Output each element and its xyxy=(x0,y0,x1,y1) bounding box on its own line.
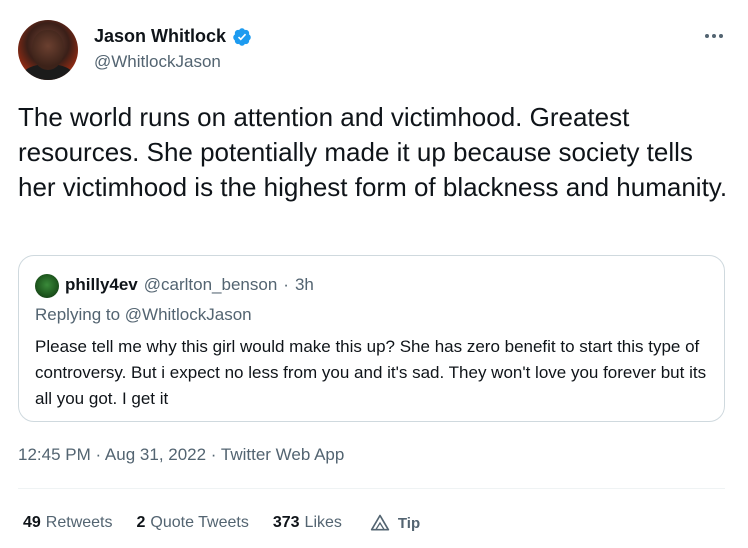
quotes-count: 2 xyxy=(136,514,146,531)
likes-count: 373 xyxy=(272,514,300,531)
quoted-author-avatar xyxy=(35,274,59,298)
tip-label: Tip xyxy=(397,514,421,532)
tweet-timestamp[interactable]: 12:45 PM · Aug 31, 2022 · Twitter Web Ap… xyxy=(18,445,344,465)
retweets-count: 49 xyxy=(23,514,41,531)
quoted-time: 3h xyxy=(294,275,314,294)
author-handle[interactable]: @WhitlockJason xyxy=(94,52,221,72)
author-avatar[interactable] xyxy=(18,20,78,80)
avatar-face xyxy=(32,30,64,70)
quoted-tweet-text: Please tell me why this girl would make … xyxy=(35,337,707,408)
likes-stat[interactable]: 373 Likes xyxy=(273,514,342,532)
quotes-label: Quote Tweets xyxy=(150,514,249,531)
dot xyxy=(719,34,723,38)
author-display-name[interactable]: Jason Whitlock xyxy=(94,26,226,47)
quoted-tweet-header: philly4ev @carlton_benson · 3h xyxy=(65,275,314,295)
retweets-stat[interactable]: 49 Retweets xyxy=(23,514,113,532)
tweet-text: The world runs on attention and victimho… xyxy=(18,102,728,202)
author-name-row: Jason Whitlock xyxy=(94,26,252,47)
quoted-separator: · xyxy=(283,275,289,294)
tweet-stats: 49 Retweets 2 Quote Tweets 373 Likes Tip xyxy=(23,512,420,534)
quoted-tweet[interactable]: philly4ev @carlton_benson · 3h Replying … xyxy=(18,255,725,422)
dot xyxy=(712,34,716,38)
quoted-author-handle: @carlton_benson xyxy=(143,275,278,294)
quoted-replying-to: Replying to @WhitlockJason xyxy=(35,305,252,324)
tip-button[interactable]: Tip xyxy=(370,513,420,533)
tip-icon xyxy=(370,514,390,531)
more-options-icon[interactable] xyxy=(702,24,726,48)
verified-badge-icon xyxy=(233,27,251,46)
divider xyxy=(18,488,725,489)
dot xyxy=(705,34,709,38)
quoted-author-name: philly4ev xyxy=(65,275,138,294)
likes-label: Likes xyxy=(304,514,342,531)
quote-tweets-stat[interactable]: 2 Quote Tweets xyxy=(137,514,249,532)
retweets-label: Retweets xyxy=(45,514,113,531)
